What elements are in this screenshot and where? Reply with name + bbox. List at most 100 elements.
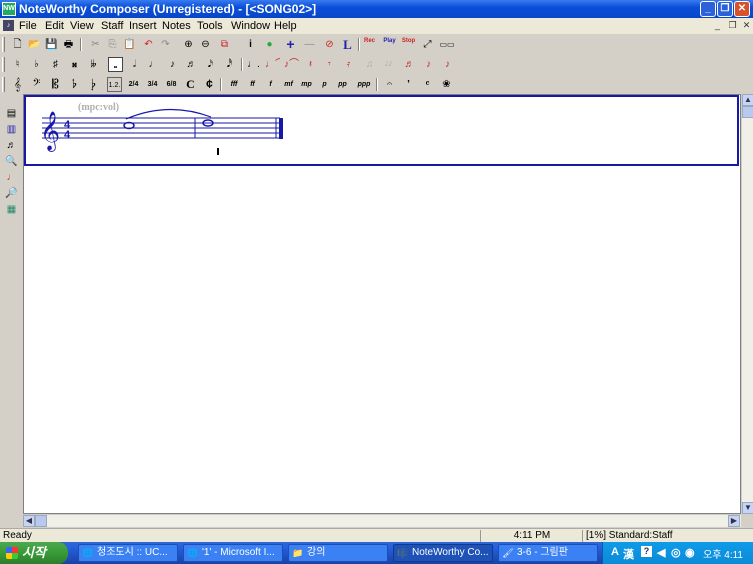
- flat-icon[interactable]: ♭: [29, 57, 44, 72]
- treble-clef-icon[interactable]: 𝄞: [10, 77, 25, 92]
- task-button[interactable]: 🖌 3-6 - 그림판: [498, 544, 598, 562]
- pedal-icon[interactable]: 𝄴: [420, 77, 435, 92]
- menu-staff[interactable]: Staff: [101, 20, 123, 32]
- record-icon[interactable]: Rec: [362, 37, 377, 52]
- menu-tools[interactable]: Tools: [197, 20, 223, 32]
- double-flat-icon[interactable]: 𝄫: [86, 57, 101, 72]
- globe-icon[interactable]: ●: [262, 37, 277, 52]
- scroll-up-icon[interactable]: ▲: [742, 94, 753, 106]
- note-entry-icon[interactable]: ♩: [4, 170, 19, 185]
- beam-icon[interactable]: ♫: [362, 57, 377, 72]
- undo-icon[interactable]: ↶: [141, 37, 156, 52]
- find-icon[interactable]: 🔎: [4, 186, 19, 201]
- mdi-restore-button[interactable]: ❐: [727, 20, 738, 31]
- keyboard-icon[interactable]: ▭▭: [437, 37, 457, 52]
- ending-icon[interactable]: 1.2.: [107, 77, 122, 92]
- scroll-thumb-horizontal[interactable]: [35, 515, 47, 527]
- zoom-in-icon[interactable]: ⊕: [181, 37, 196, 52]
- play-icon[interactable]: Play: [382, 37, 397, 52]
- natural-icon[interactable]: ♮: [10, 57, 25, 72]
- dynamic-ff-icon[interactable]: ff: [245, 77, 260, 92]
- help-icon[interactable]: ?: [641, 546, 652, 557]
- scroll-thumb[interactable]: [742, 106, 753, 118]
- copy-icon[interactable]: ⎘: [105, 37, 120, 52]
- key-signature-icon[interactable]: 𝄬: [67, 77, 82, 92]
- time-6-8-icon[interactable]: 6/8: [164, 77, 179, 92]
- sharp-icon[interactable]: ♯: [48, 57, 63, 72]
- menu-help[interactable]: Help: [274, 20, 297, 32]
- staff-panel[interactable]: (mpc:vol) 𝄞 4 4: [24, 95, 739, 166]
- fermata-icon[interactable]: 𝄐: [382, 77, 397, 92]
- triplet-icon[interactable]: ♬: [402, 57, 417, 72]
- eighth-note-icon[interactable]: ♪: [165, 57, 180, 72]
- dynamic-p-icon[interactable]: p: [317, 77, 332, 92]
- music-staff[interactable]: 𝄞 4 4: [26, 97, 737, 164]
- horizontal-scrollbar[interactable]: ◀ ▶: [23, 514, 741, 527]
- dynamic-ppp-icon[interactable]: ppp: [355, 77, 373, 92]
- task-button[interactable]: 📁 강의: [288, 544, 388, 562]
- tenuto-icon[interactable]: 𝄿: [341, 57, 356, 72]
- breath-mark-icon[interactable]: ’: [401, 77, 416, 92]
- vertical-scrollbar[interactable]: ▲ ▼: [741, 94, 753, 514]
- scroll-down-icon[interactable]: ▼: [742, 502, 753, 514]
- menu-notes[interactable]: Notes: [162, 20, 191, 32]
- pedal-release-icon[interactable]: ❀: [439, 77, 454, 92]
- common-time-icon[interactable]: C: [183, 77, 198, 92]
- instrument-icon[interactable]: ♬: [4, 138, 19, 153]
- stop-icon[interactable]: Stop: [401, 37, 416, 52]
- toolbar-grip[interactable]: [2, 77, 5, 92]
- staff-properties-icon[interactable]: ▤: [4, 106, 19, 121]
- repeat-icon[interactable]: 𝄭: [86, 77, 101, 92]
- info-icon[interactable]: i: [243, 37, 258, 52]
- time-2-4-icon[interactable]: 2/4: [126, 77, 141, 92]
- staccato-icon[interactable]: 𝄽: [303, 57, 318, 72]
- menu-insert[interactable]: Insert: [129, 20, 157, 32]
- half-note-icon[interactable]: 𝅗𝅥: [127, 57, 142, 72]
- bass-clef-icon[interactable]: 𝄢: [29, 77, 44, 92]
- expand-tray-icon[interactable]: ◀: [657, 546, 665, 559]
- dynamic-fff-icon[interactable]: fff: [225, 77, 243, 92]
- mute-icon[interactable]: ⊘: [322, 37, 337, 52]
- print-icon[interactable]: 🖶: [61, 37, 76, 52]
- remove-staff-icon[interactable]: —: [302, 37, 317, 52]
- start-button[interactable]: 시작: [0, 542, 68, 564]
- dynamic-pp-icon[interactable]: pp: [335, 77, 350, 92]
- alto-clef-icon[interactable]: 𝄡: [48, 77, 63, 92]
- whole-note-icon[interactable]: 𝅝: [108, 57, 123, 72]
- task-button[interactable]: 🌐 청조도시 :: UC...: [78, 544, 178, 562]
- time-3-4-icon[interactable]: 3/4: [145, 77, 160, 92]
- hanja-icon[interactable]: 漢: [623, 546, 634, 562]
- save-icon[interactable]: 💾: [44, 37, 59, 52]
- slur-icon[interactable]: ♪⌒: [284, 57, 299, 72]
- stem-down-icon[interactable]: ♪: [440, 57, 455, 72]
- redo-icon[interactable]: ↷: [158, 37, 173, 52]
- thirtysecond-note-icon[interactable]: 𝅘𝅥𝅯: [203, 57, 218, 72]
- menu-window[interactable]: Window: [231, 20, 270, 32]
- clock[interactable]: 오후 4:11: [703, 546, 743, 561]
- menu-view[interactable]: View: [70, 20, 94, 32]
- ime-icon[interactable]: A: [611, 546, 619, 558]
- scroll-right-icon[interactable]: ▶: [728, 515, 740, 527]
- task-button-active[interactable]: 🎼 NoteWorthy Co...: [393, 544, 493, 562]
- close-button[interactable]: ✕: [734, 1, 750, 17]
- dynamic-f-icon[interactable]: f: [263, 77, 278, 92]
- cut-icon[interactable]: ✂: [88, 37, 103, 52]
- new-file-icon[interactable]: 🗋: [10, 37, 25, 52]
- grace-note-icon[interactable]: 𝅘𝅥𝅮𝅘𝅥𝅮: [381, 57, 396, 72]
- scroll-left-icon[interactable]: ◀: [23, 515, 35, 527]
- quarter-note-icon[interactable]: ♩: [146, 57, 161, 72]
- properties-icon[interactable]: ⧉: [217, 37, 232, 52]
- minimize-button[interactable]: _: [700, 1, 716, 17]
- task-button[interactable]: 🌐 '1' - Microsoft I...: [183, 544, 283, 562]
- double-sharp-icon[interactable]: 𝄪: [67, 57, 82, 72]
- doc-icon[interactable]: ♪: [3, 20, 14, 31]
- network-icon[interactable]: ◎: [671, 546, 681, 559]
- mdi-close-button[interactable]: ✕: [741, 20, 752, 31]
- maximize-button[interactable]: ❐: [717, 1, 733, 17]
- book-icon[interactable]: ▥: [4, 122, 19, 137]
- sixtyfourth-note-icon[interactable]: 𝅘𝅥𝅰: [222, 57, 237, 72]
- open-folder-icon[interactable]: 📂: [27, 37, 42, 52]
- add-staff-icon[interactable]: +: [283, 37, 298, 52]
- dynamic-mp-icon[interactable]: mp: [299, 77, 314, 92]
- tempo-icon[interactable]: ⤢: [420, 37, 435, 52]
